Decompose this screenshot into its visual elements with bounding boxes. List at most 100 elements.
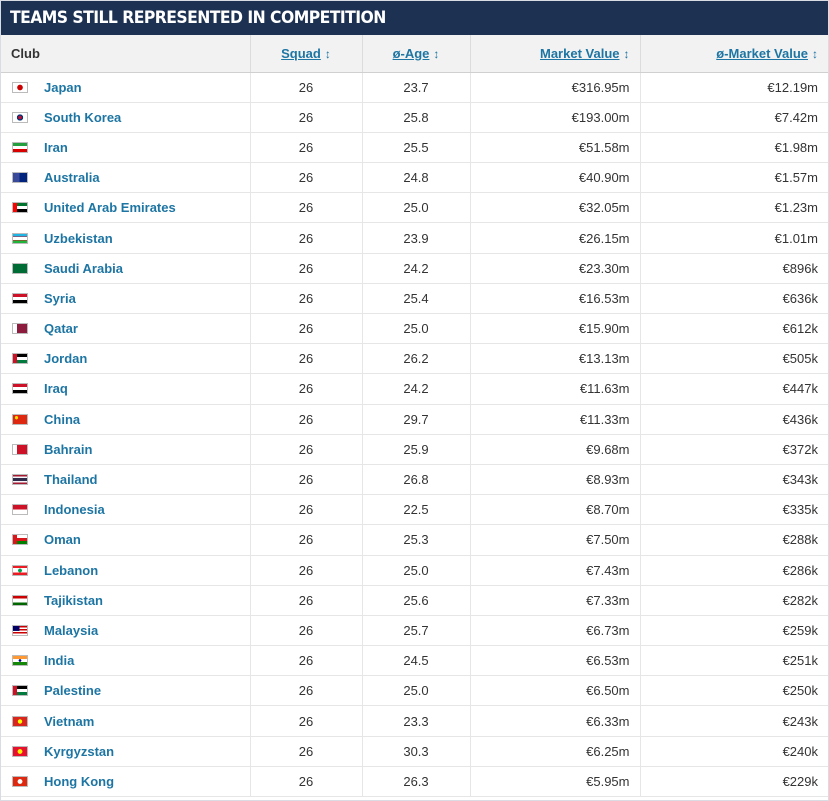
market-value-cell: €9.68m	[469, 434, 640, 465]
age-cell: 24.2	[361, 373, 470, 405]
column-header-squad[interactable]: Squad ↕	[249, 35, 362, 73]
club-link[interactable]: Thailand	[44, 472, 97, 487]
country-flag-icon	[12, 262, 28, 274]
sort-age-link[interactable]: ø-Age	[393, 46, 430, 61]
sort-arrows-icon[interactable]: ↕	[325, 47, 331, 61]
table-row: Tajikistan 26 25.6 €7.33m €282k	[1, 585, 828, 616]
column-label-club: Club	[11, 45, 40, 61]
squad-cell: 26	[249, 645, 362, 677]
sort-avg-market-value-link[interactable]: ø-Market Value	[716, 46, 808, 61]
club-link[interactable]: Australia	[44, 170, 100, 185]
age-cell: 24.2	[361, 253, 470, 284]
club-cell: Oman	[1, 524, 250, 556]
squad-cell: 26	[249, 222, 362, 254]
club-link[interactable]: Hong Kong	[44, 774, 114, 789]
market-value-cell: €193.00m	[469, 102, 640, 133]
avg-market-value-cell: €436k	[639, 404, 828, 435]
club-link[interactable]: Iran	[44, 140, 68, 155]
table-row: Lebanon 26 25.0 €7.43m €286k	[1, 555, 828, 586]
club-link[interactable]: Qatar	[44, 321, 78, 336]
table-row: Bahrain 26 25.9 €9.68m €372k	[1, 434, 828, 465]
market-value-cell: €8.70m	[469, 494, 640, 526]
market-value-cell: €23.30m	[469, 253, 640, 284]
table-row: Kyrgyzstan 26 30.3 €6.25m €240k	[1, 736, 828, 767]
club-cell: Australia	[1, 162, 250, 194]
club-link[interactable]: Iraq	[44, 381, 68, 396]
club-cell: Kyrgyzstan	[1, 736, 250, 767]
table-row: Qatar 26 25.0 €15.90m €612k	[1, 313, 828, 345]
club-link[interactable]: Saudi Arabia	[44, 261, 123, 276]
market-value-cell: €40.90m	[469, 162, 640, 194]
market-value-cell: €11.33m	[469, 404, 640, 435]
table-row: Oman 26 25.3 €7.50m €288k	[1, 524, 828, 556]
club-link[interactable]: China	[44, 412, 80, 427]
club-link[interactable]: Japan	[44, 80, 82, 95]
table-row: Syria 26 25.4 €16.53m €636k	[1, 283, 828, 315]
club-cell: Jordan	[1, 343, 250, 375]
column-header-age[interactable]: ø-Age ↕	[361, 35, 470, 73]
sort-arrows-icon[interactable]: ↕	[433, 47, 439, 61]
club-link[interactable]: Uzbekistan	[44, 231, 113, 246]
club-cell: Thailand	[1, 464, 250, 496]
squad-cell: 26	[249, 524, 362, 556]
market-value-cell: €16.53m	[469, 283, 640, 315]
squad-cell: 26	[249, 766, 362, 798]
table-row: China 26 29.7 €11.33m €436k	[1, 404, 828, 435]
club-link[interactable]: Tajikistan	[44, 593, 103, 608]
club-link[interactable]: India	[44, 653, 74, 668]
club-cell: Qatar	[1, 313, 250, 345]
table-row: Malaysia 26 25.7 €6.73m €259k	[1, 615, 828, 647]
club-link[interactable]: Bahrain	[44, 442, 92, 457]
age-cell: 30.3	[361, 736, 470, 767]
club-link[interactable]: Lebanon	[44, 563, 98, 578]
table-row: Iraq 26 24.2 €11.63m €447k	[1, 373, 828, 405]
country-flag-icon	[12, 594, 28, 606]
club-link[interactable]: Indonesia	[44, 502, 105, 517]
club-link[interactable]: Oman	[44, 532, 81, 547]
squad-cell: 26	[249, 585, 362, 616]
sort-arrows-icon[interactable]: ↕	[624, 47, 630, 61]
age-cell: 25.4	[361, 283, 470, 315]
club-link[interactable]: Palestine	[44, 683, 101, 698]
squad-cell: 26	[249, 705, 362, 737]
sort-squad-link[interactable]: Squad	[281, 46, 321, 61]
squad-cell: 26	[249, 283, 362, 315]
club-link[interactable]: United Arab Emirates	[44, 200, 176, 215]
avg-market-value-cell: €372k	[639, 434, 828, 465]
age-cell: 26.3	[361, 766, 470, 798]
club-link[interactable]: Syria	[44, 291, 76, 306]
age-cell: 25.0	[361, 675, 470, 707]
avg-market-value-cell: €259k	[639, 615, 828, 647]
club-link[interactable]: Malaysia	[44, 623, 98, 638]
age-cell: 29.7	[361, 404, 470, 435]
column-header-market-value[interactable]: Market Value ↕	[469, 35, 640, 73]
table-header: Club Squad ↕ ø-Age ↕ Market Value ↕ ø-Marke…	[1, 35, 828, 73]
country-flag-icon	[12, 232, 28, 244]
club-link[interactable]: Kyrgyzstan	[44, 744, 114, 759]
country-flag-icon	[12, 685, 28, 697]
club-link[interactable]: South Korea	[44, 110, 121, 125]
avg-market-value-cell: €447k	[639, 373, 828, 405]
column-header-avg-market-value[interactable]: ø-Market Value ↕	[639, 35, 828, 73]
sort-arrows-icon[interactable]: ↕	[812, 47, 818, 61]
table-row: Palestine 26 25.0 €6.50m €250k	[1, 675, 828, 707]
country-flag-icon	[12, 81, 28, 93]
country-flag-icon	[12, 534, 28, 546]
sort-market-value-link[interactable]: Market Value	[540, 46, 620, 61]
market-value-cell: €8.93m	[469, 464, 640, 496]
avg-market-value-cell: €1.01m	[639, 222, 828, 254]
teams-table: Club Squad ↕ ø-Age ↕ Market Value ↕ ø-Marke…	[1, 35, 828, 798]
avg-market-value-cell: €282k	[639, 585, 828, 616]
club-link[interactable]: Jordan	[44, 351, 87, 366]
club-link[interactable]: Vietnam	[44, 714, 94, 729]
table-row: Jordan 26 26.2 €13.13m €505k	[1, 343, 828, 375]
avg-market-value-cell: €229k	[639, 766, 828, 798]
squad-cell: 26	[249, 132, 362, 164]
table-row: Iran 26 25.5 €51.58m €1.98m	[1, 132, 828, 164]
table-row: Indonesia 26 22.5 €8.70m €335k	[1, 494, 828, 526]
avg-market-value-cell: €1.98m	[639, 132, 828, 164]
panel-header: TEAMS STILL REPRESENTED IN COMPETITION	[1, 1, 828, 35]
country-flag-icon	[12, 564, 28, 576]
header-row: Club Squad ↕ ø-Age ↕ Market Value ↕ ø-Marke…	[1, 35, 828, 73]
country-flag-icon	[12, 775, 28, 787]
